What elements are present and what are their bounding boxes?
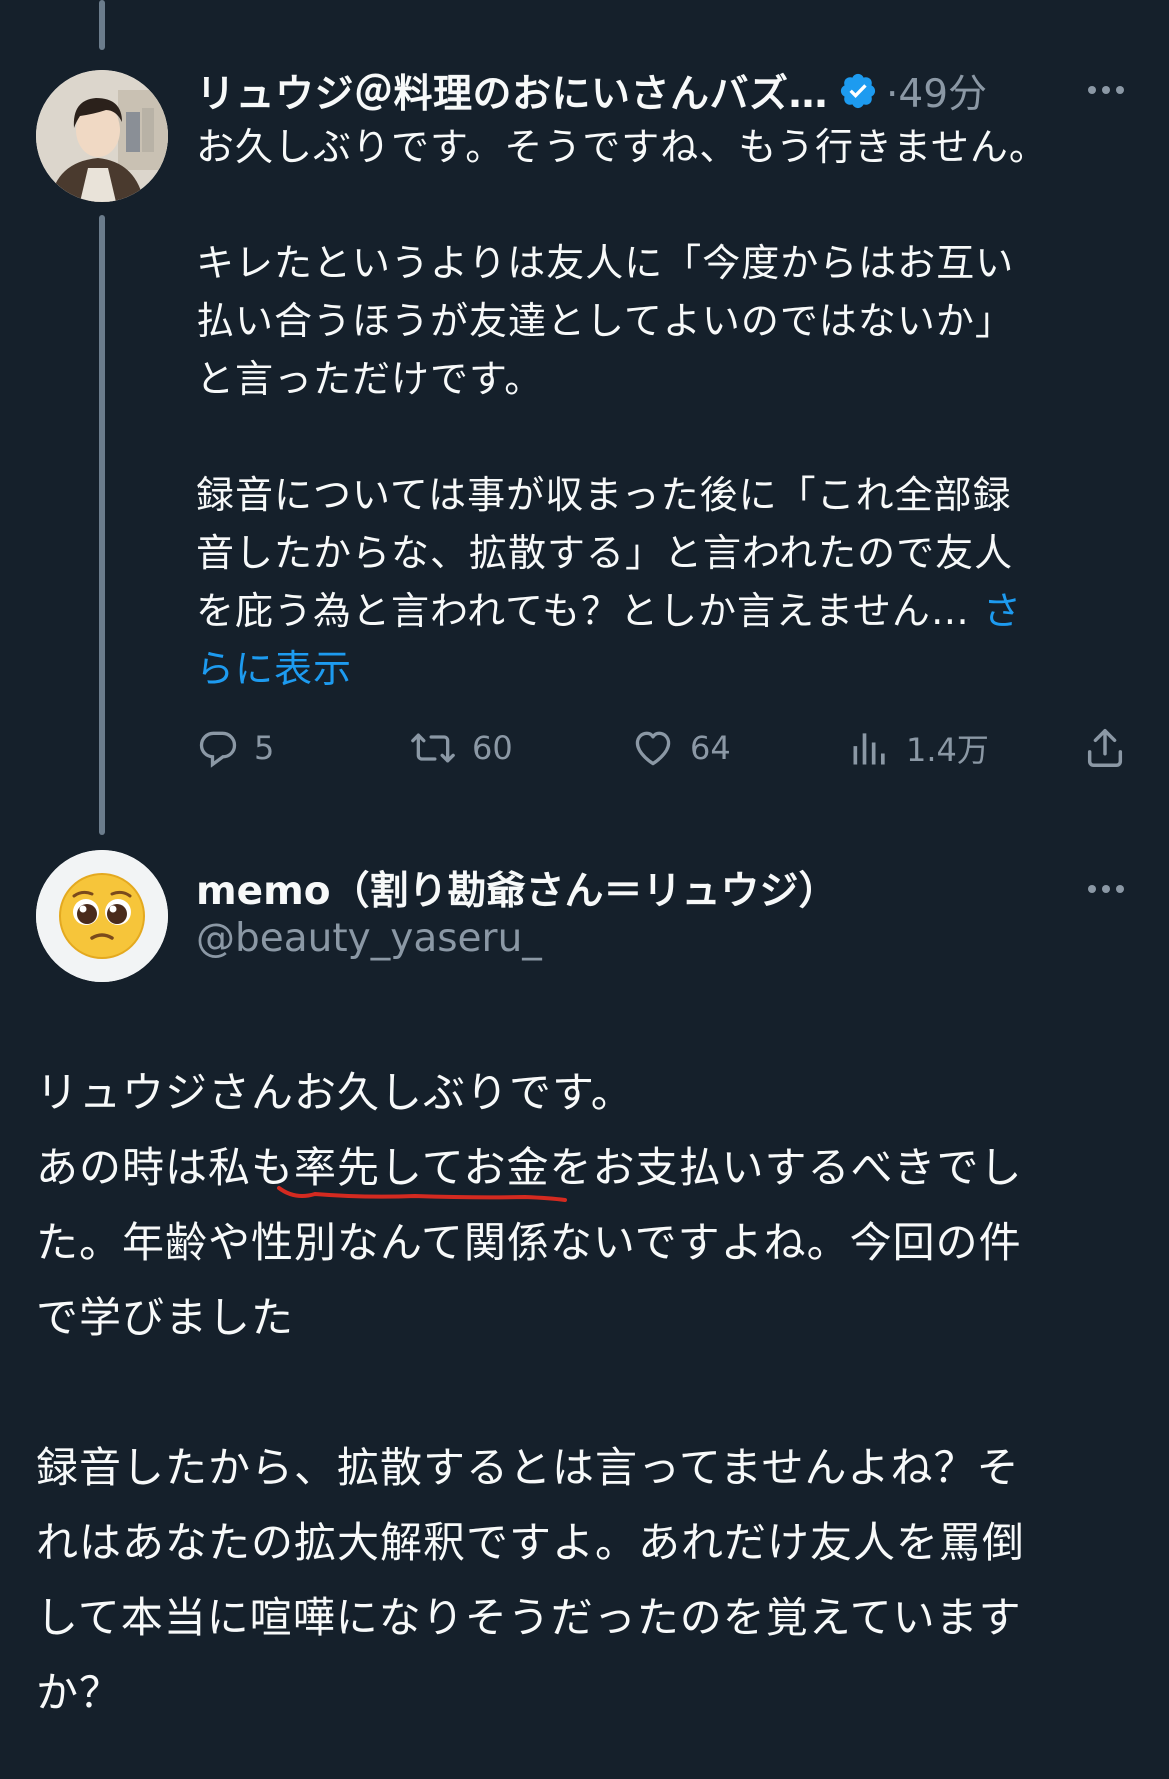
view-count: 1.4万 [906,731,989,769]
underlined-text: 率先して [294,1143,464,1192]
share-icon [1087,729,1123,767]
avatar[interactable] [36,850,168,982]
tweet-text-line: らに表示 [196,640,1096,698]
tweet-text-line: お久しぶりです。そうですね、もう行きません。 [196,125,1048,169]
tweet-text-line: か？ [36,1668,123,1717]
tweet-text-line: で学びました [36,1293,295,1342]
tweet-text-line: を庇う為と言われても？としか言えません… さ [196,582,1096,640]
reply-count: 5 [254,729,275,767]
reply-icon [199,731,237,768]
thread-line-middle [99,215,105,835]
author-handle[interactable]: @beauty_yaseru_ [196,916,542,961]
tweet-header: リュウジ＠料理のおにいさんバズ… ·49分 [196,60,987,122]
tweet-time[interactable]: ·49分 [886,63,987,119]
retweet-icon [411,733,455,763]
views-icon [853,733,885,765]
tweet-text-line: キレたというよりは友人に「今度からはお互い [196,241,1015,285]
tweet-body: お久しぶりです。そうですね、もう行きません。 キレたというよりは友人に「今度から… [196,118,1096,698]
tweet-text-span: あの時は私も [36,1143,295,1192]
views-button[interactable]: 1.4万 [848,718,989,778]
thread-view: リュウジ＠料理のおにいさんバズ… ·49分 お久しぶりです。そうですね、もう行き… [0,0,1169,1779]
more-icon[interactable] [1088,86,1124,94]
reply-button[interactable]: 5 [196,718,274,778]
tweet-text-line: 払い合うほうが友達としてよいのではないか」 [196,299,1014,343]
tweet-body: リュウジさんお久しぶりです。 あの時は私も率先してお金をお支払いするべきでし た… [36,1055,1146,1730]
retweet-count: 60 [472,729,513,767]
more-icon[interactable] [1088,885,1124,893]
show-more-link[interactable]: さ [983,589,1022,633]
tweet-text-line: と言っただけです。 [196,357,544,401]
tweet-text-line: れはあなたの拡大解釈ですよ。あれだけ友人を罵倒 [36,1518,1026,1567]
like-count: 64 [690,729,731,767]
pleading-face-emoji-icon [36,850,168,982]
share-button[interactable] [1082,718,1142,778]
tweet-text-line: リュウジさんお久しぶりです。 [36,1068,634,1117]
retweet-button[interactable]: 60 [408,718,513,778]
tweet-text-line: あの時は私も率先してお金をお支払いするべきでし [36,1130,1146,1205]
tweet-text-line: して本当に喧嘩になりそうだったのを覚えています [36,1593,1022,1642]
tweet-actions: 5 60 64 1.4万 [196,718,1136,778]
verified-icon [840,73,876,109]
show-more-link[interactable]: らに表示 [196,647,352,691]
avatar[interactable] [36,70,168,202]
like-icon [635,731,671,766]
avatar-photo [36,70,168,202]
thread-line-top [99,0,105,50]
tweet-text-line: 録音については事が収まった後に「これ全部録 [196,473,1012,517]
tweet-text-line: 音したからな、拡散する」と言われたので友人 [196,531,1014,575]
author-name[interactable]: リュウジ＠料理のおにいさんバズ… [196,63,828,119]
like-button[interactable]: 64 [630,718,731,778]
tweet-text-span: お金をお支払いするべきでし [463,1143,1023,1192]
tweet-text-line: た。年齢や性別なんて関係ないですよね。今回の件 [36,1218,1022,1267]
tweet-text-line: 録音したから、拡散するとは言ってませんよね？そ [36,1443,1020,1492]
author-name[interactable]: memo（割り勘爺さん＝リュウジ） [196,860,838,916]
tweet-text-span: を庇う為と言われても？としか言えません… [196,589,984,633]
